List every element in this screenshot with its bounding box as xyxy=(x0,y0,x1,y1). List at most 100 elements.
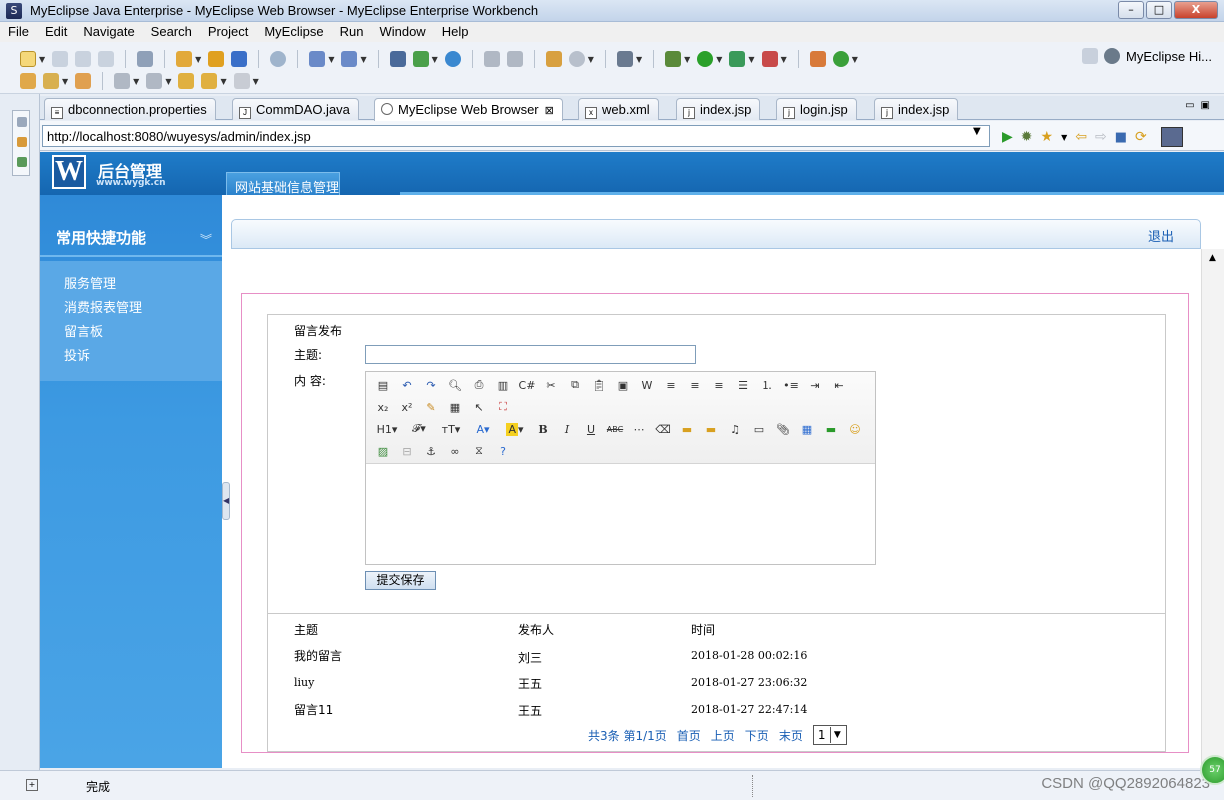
tab-index-jsp[interactable]: j index.jsp xyxy=(676,98,761,120)
eraser-icon[interactable]: ⌫ xyxy=(655,421,671,437)
url-input[interactable]: http://localhost:8080/wuyesys/admin/inde… xyxy=(42,125,990,147)
refresh-icon[interactable] xyxy=(832,51,849,67)
url-history-dropdown-icon[interactable]: ▼ xyxy=(973,126,981,137)
menu-navigate[interactable]: Navigate xyxy=(75,22,142,42)
bold-icon[interactable]: B xyxy=(535,421,551,437)
preview-icon[interactable]: 🔍︎ xyxy=(447,377,463,393)
database-icon[interactable] xyxy=(270,51,287,67)
pointer-icon[interactable]: ↖ xyxy=(471,399,487,415)
perspective-switcher[interactable]: MyEclipse Hi... xyxy=(1082,48,1212,64)
subject-input[interactable] xyxy=(365,345,696,364)
tab-index-jsp-2[interactable]: j index.jsp xyxy=(874,98,959,120)
deploy-dropdown-icon[interactable]: ▼ xyxy=(328,55,334,64)
tab-login-jsp[interactable]: j login.jsp xyxy=(776,98,857,120)
save-icon[interactable] xyxy=(52,51,69,67)
forward-dropdown-icon[interactable]: ▼ xyxy=(253,77,259,86)
fast-view-icon[interactable]: + xyxy=(26,779,38,791)
camera-dropdown-icon[interactable]: ▼ xyxy=(636,55,642,64)
back-icon[interactable]: ⇦ xyxy=(1075,129,1087,145)
copy-icon[interactable]: ⧉ xyxy=(567,377,583,393)
close-button[interactable]: X xyxy=(1174,1,1218,19)
next-annotation-icon[interactable] xyxy=(114,73,131,89)
forward-icon[interactable] xyxy=(233,73,250,89)
print-icon[interactable]: ⎙ xyxy=(471,377,487,393)
new-wizard-icon[interactable] xyxy=(176,51,193,67)
go-icon[interactable]: ▶ xyxy=(1002,129,1013,145)
align-center-icon[interactable]: ≡ xyxy=(687,377,703,393)
image-icon[interactable]: ▨ xyxy=(375,443,391,459)
italic-icon[interactable]: I xyxy=(559,421,575,437)
menu-run[interactable]: Run xyxy=(332,22,372,42)
open-folder-icon[interactable] xyxy=(20,73,36,89)
tab-dbconnection-properties[interactable]: ≡ dbconnection.properties xyxy=(44,98,216,120)
menu-project[interactable]: Project xyxy=(200,22,256,42)
prev-annotation-dropdown-icon[interactable]: ▼ xyxy=(165,77,171,86)
cut-icon[interactable]: ✂ xyxy=(543,377,559,393)
coverage-dropdown-icon[interactable]: ▼ xyxy=(748,55,754,64)
maximize-button[interactable]: □ xyxy=(1146,1,1172,19)
print-icon[interactable] xyxy=(98,51,115,67)
redo-icon[interactable]: ↷ xyxy=(423,377,439,393)
annotation-icon[interactable] xyxy=(75,73,92,89)
heading-icon[interactable]: H1▾ xyxy=(375,421,399,437)
debug-icon[interactable] xyxy=(665,51,682,67)
outdent-icon[interactable]: ⇤ xyxy=(831,377,847,393)
insert-row-icon[interactable]: ▬ xyxy=(823,421,839,437)
menu-edit[interactable]: Edit xyxy=(37,22,75,42)
insert-media-icon[interactable]: ♫ xyxy=(727,421,743,437)
package-explorer-icon[interactable] xyxy=(17,137,27,147)
refresh-dropdown-icon[interactable]: ▼ xyxy=(852,55,858,64)
binary-icon[interactable] xyxy=(137,51,154,67)
open-type-icon[interactable] xyxy=(545,51,562,67)
browser-settings-icon[interactable] xyxy=(1160,127,1183,147)
fullscreen-icon[interactable]: ⛶ xyxy=(495,399,511,415)
search-web-dropdown-icon[interactable]: ▼ xyxy=(588,55,594,64)
run-dropdown-icon[interactable]: ▼ xyxy=(716,55,722,64)
logout-link[interactable]: 退出 xyxy=(1148,226,1174,245)
font-family-icon[interactable]: 𝓕▾ xyxy=(407,421,431,437)
report-icon[interactable] xyxy=(506,51,523,67)
favorites-dropdown-icon[interactable]: ▼ xyxy=(1061,133,1067,142)
template-icon[interactable]: ▥ xyxy=(495,377,511,393)
anchor-icon[interactable]: ⚓︎ xyxy=(423,443,439,459)
align-right-icon[interactable]: ≡ xyxy=(711,377,727,393)
emoticon-icon[interactable]: ☺ xyxy=(847,421,863,437)
back-icon[interactable] xyxy=(201,73,218,89)
favorites-icon[interactable]: ★ xyxy=(1041,129,1054,145)
sidebar-item-complaint[interactable]: 投诉 xyxy=(40,345,222,369)
highlight-color-icon[interactable]: A ▾ xyxy=(503,421,527,437)
superscript-icon[interactable]: x² xyxy=(399,399,415,415)
add-web-dropdown-icon[interactable]: ▼ xyxy=(432,55,438,64)
globe-icon[interactable] xyxy=(444,51,461,67)
restore-view-icon[interactable] xyxy=(17,117,27,127)
stop-icon[interactable]: ■ xyxy=(1115,130,1127,145)
open-perspective-icon[interactable] xyxy=(1082,48,1099,64)
page-break-icon[interactable]: ⊟ xyxy=(399,443,415,459)
chevron-down-icon[interactable]: ︾ xyxy=(200,231,212,248)
code-icon[interactable]: C# xyxy=(519,377,536,393)
submit-save-button[interactable]: 提交保存 xyxy=(365,571,436,590)
pager-last[interactable]: 末页 xyxy=(779,727,803,744)
menu-myeclipse[interactable]: MyEclipse xyxy=(256,22,331,42)
menu-window[interactable]: Window xyxy=(371,22,433,42)
subscript-icon[interactable]: x₂ xyxy=(375,399,391,415)
pager-next[interactable]: 下页 xyxy=(745,727,769,744)
tool-icon[interactable] xyxy=(483,51,500,67)
attachment-icon[interactable]: 📎︎ xyxy=(775,421,791,437)
refresh-icon[interactable]: ⟳ xyxy=(1135,129,1147,145)
hierarchy-icon[interactable] xyxy=(389,51,406,67)
pager-prev[interactable]: 上页 xyxy=(711,727,735,744)
undo-icon[interactable]: ↶ xyxy=(399,377,415,393)
save-all-icon[interactable] xyxy=(75,51,92,67)
nav-tab-site-info[interactable]: 网站基础信息管理 xyxy=(226,172,340,196)
table-icon[interactable]: ▦ xyxy=(799,421,815,437)
menu-search[interactable]: Search xyxy=(143,22,200,42)
search-web-icon[interactable] xyxy=(568,51,585,67)
pencil-dropdown-icon[interactable]: ▼ xyxy=(62,77,68,86)
indent-icon[interactable]: ⇥ xyxy=(807,377,823,393)
sidebar-item-message-board[interactable]: 留言板 xyxy=(40,321,222,345)
insert-flash-icon[interactable]: ▬ xyxy=(703,421,719,437)
new-dropdown-icon[interactable]: ▼ xyxy=(39,55,45,64)
scroll-up-icon[interactable]: ▲ xyxy=(1209,253,1216,263)
debug-page-icon[interactable]: ✹ xyxy=(1021,129,1033,145)
